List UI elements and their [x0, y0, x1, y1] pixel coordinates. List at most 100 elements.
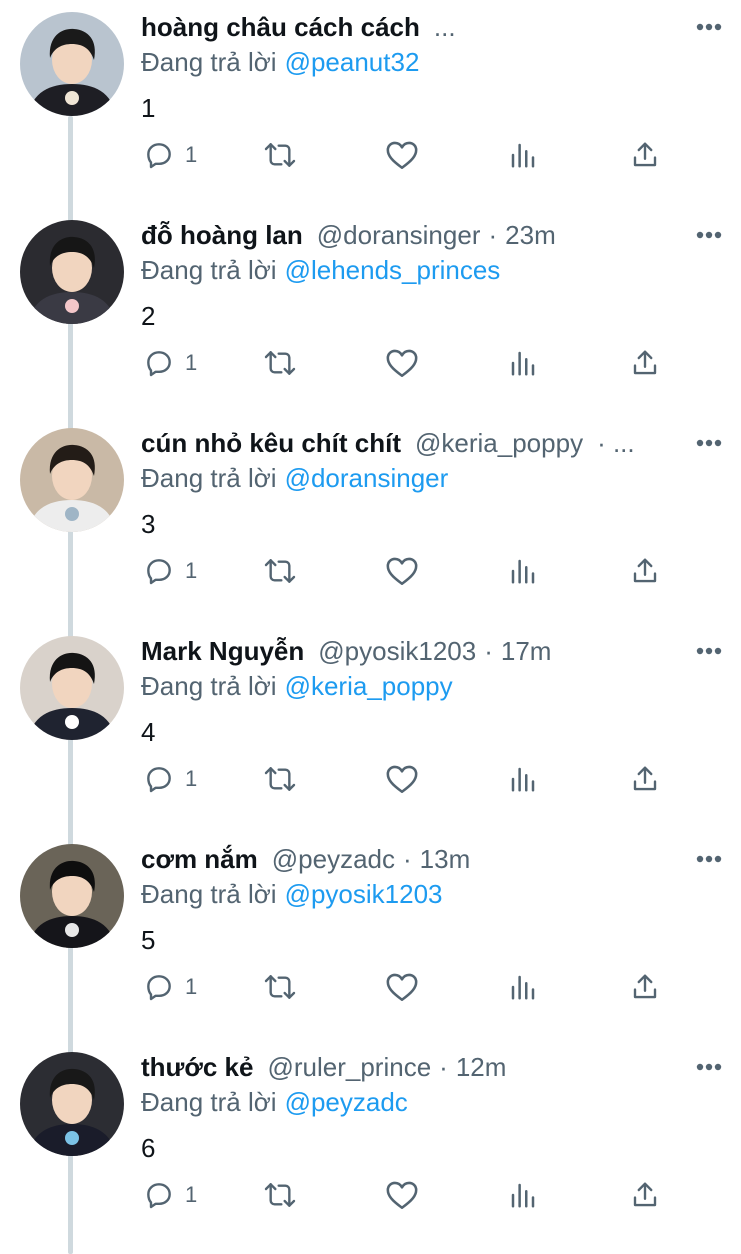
- share-button[interactable]: [630, 1177, 660, 1213]
- tweet[interactable]: thước kẻ @ruler_prince · 12m Đang trả lờ…: [0, 1040, 741, 1248]
- replying-to-label: Đang trả lời: [141, 255, 277, 285]
- reply-count: 1: [185, 558, 198, 583]
- user-handle[interactable]: @pyosik1203: [318, 634, 476, 668]
- views-button[interactable]: [508, 137, 538, 173]
- display-name[interactable]: Mark Nguyễn: [141, 634, 304, 668]
- views-bar-chart-icon: [508, 139, 538, 171]
- avatar[interactable]: [20, 220, 124, 324]
- like-button[interactable]: [385, 969, 419, 1005]
- display-name[interactable]: hoàng châu cách cách: [141, 10, 420, 44]
- like-button[interactable]: [385, 1177, 419, 1213]
- share-button[interactable]: [630, 969, 660, 1005]
- reply-bubble-icon: [143, 971, 175, 1003]
- replying-to-handle[interactable]: @lehends_princes: [285, 255, 501, 285]
- retweet-button[interactable]: [262, 1177, 298, 1213]
- share-upload-icon: [630, 1179, 660, 1211]
- tweet[interactable]: đỗ hoàng lan @doransinger · 23m Đang trả…: [0, 208, 741, 416]
- avatar[interactable]: [20, 1052, 124, 1156]
- share-button[interactable]: [630, 345, 660, 381]
- views-button[interactable]: [508, 969, 538, 1005]
- more-options-button[interactable]: [692, 636, 726, 666]
- more-options-button[interactable]: [692, 12, 726, 42]
- reply-button[interactable]: 1: [143, 137, 197, 173]
- views-button[interactable]: [508, 761, 538, 797]
- separator-dot: ·: [484, 636, 493, 666]
- replying-to-handle[interactable]: @doransinger: [285, 463, 449, 493]
- timestamp[interactable]: 23m: [505, 218, 556, 252]
- user-handle[interactable]: @ruler_prince: [267, 1050, 431, 1084]
- display-name[interactable]: thước kẻ: [141, 1050, 253, 1084]
- views-bar-chart-icon: [508, 347, 538, 379]
- reply-button[interactable]: 1: [143, 553, 197, 589]
- retweet-icon: [262, 1179, 298, 1211]
- more-horizontal-icon: [696, 434, 722, 452]
- user-handle[interactable]: @doransinger: [317, 218, 481, 252]
- avatar[interactable]: [20, 636, 124, 740]
- display-name[interactable]: cún nhỏ kêu chít chít: [141, 426, 401, 460]
- timestamp[interactable]: 12m: [456, 1050, 507, 1084]
- tweet-header: Mark Nguyễn @pyosik1203 · 17m: [141, 634, 661, 668]
- tweet-header: cơm nắm @peyzadc · 13m: [141, 842, 661, 876]
- views-bar-chart-icon: [508, 971, 538, 1003]
- user-handle[interactable]: @peyzadc: [272, 842, 395, 876]
- replying-to-label: Đang trả lời: [141, 879, 277, 909]
- more-options-button[interactable]: [692, 220, 726, 250]
- timestamp[interactable]: 13m: [420, 842, 471, 876]
- replying-to-label: Đang trả lời: [141, 1087, 277, 1117]
- more-options-button[interactable]: [692, 1052, 726, 1082]
- tweet[interactable]: Mark Nguyễn @pyosik1203 · 17m Đang trả l…: [0, 624, 741, 832]
- reply-button[interactable]: 1: [143, 969, 197, 1005]
- views-button[interactable]: [508, 1177, 538, 1213]
- reply-button[interactable]: 1: [143, 761, 197, 797]
- share-upload-icon: [630, 971, 660, 1003]
- like-button[interactable]: [385, 553, 419, 589]
- separator-dot: ·: [439, 1052, 448, 1082]
- views-button[interactable]: [508, 345, 538, 381]
- replying-to-label: Đang trả lời: [141, 463, 277, 493]
- share-button[interactable]: [630, 761, 660, 797]
- replying-to-handle[interactable]: @pyosik1203: [285, 879, 443, 909]
- tweet-actions: 1: [0, 553, 741, 589]
- avatar[interactable]: [20, 428, 124, 532]
- replying-to-handle[interactable]: @keria_poppy: [285, 671, 453, 701]
- avatar[interactable]: [20, 844, 124, 948]
- tweet[interactable]: cún nhỏ kêu chít chít @keria_poppy · ...…: [0, 416, 741, 624]
- display-name[interactable]: cơm nắm: [141, 842, 258, 876]
- tweet-text: 1: [141, 93, 156, 123]
- avatar[interactable]: [20, 12, 124, 116]
- like-button[interactable]: [385, 761, 419, 797]
- replying-to-handle[interactable]: @peyzadc: [285, 1087, 408, 1117]
- replying-to-handle[interactable]: @peanut32: [285, 47, 420, 77]
- more-horizontal-icon: [696, 226, 722, 244]
- retweet-button[interactable]: [262, 969, 298, 1005]
- display-name[interactable]: đỗ hoàng lan: [141, 218, 303, 252]
- views-button[interactable]: [508, 553, 538, 589]
- views-bar-chart-icon: [508, 763, 538, 795]
- retweet-button[interactable]: [262, 553, 298, 589]
- heart-icon: [385, 1179, 419, 1211]
- like-button[interactable]: [385, 137, 419, 173]
- more-options-button[interactable]: [692, 428, 726, 458]
- tweet[interactable]: hoàng châu cách cách ... Đang trả lời @pe…: [0, 0, 741, 208]
- heart-icon: [385, 555, 419, 587]
- more-horizontal-icon: [696, 1058, 722, 1076]
- retweet-button[interactable]: [262, 345, 298, 381]
- tweet[interactable]: cơm nắm @peyzadc · 13m Đang trả lời @pyos…: [0, 832, 741, 1040]
- tweet-text: 2: [141, 301, 156, 331]
- user-handle[interactable]: @keria_poppy: [415, 426, 583, 460]
- share-button[interactable]: [630, 137, 660, 173]
- separator-dot: ·: [488, 220, 498, 250]
- retweet-button[interactable]: [262, 137, 298, 173]
- timestamp[interactable]: 17m: [501, 634, 552, 668]
- like-button[interactable]: [385, 345, 419, 381]
- reply-button[interactable]: 1: [143, 1177, 197, 1213]
- reply-bubble-icon: [143, 139, 175, 171]
- tweet-actions: 1: [0, 761, 741, 797]
- reply-button[interactable]: 1: [143, 345, 197, 381]
- reply-bubble-icon: [143, 1179, 175, 1211]
- share-button[interactable]: [630, 553, 660, 589]
- reply-count: 1: [185, 1182, 198, 1207]
- more-options-button[interactable]: [692, 844, 726, 874]
- retweet-icon: [262, 971, 298, 1003]
- retweet-button[interactable]: [262, 761, 298, 797]
